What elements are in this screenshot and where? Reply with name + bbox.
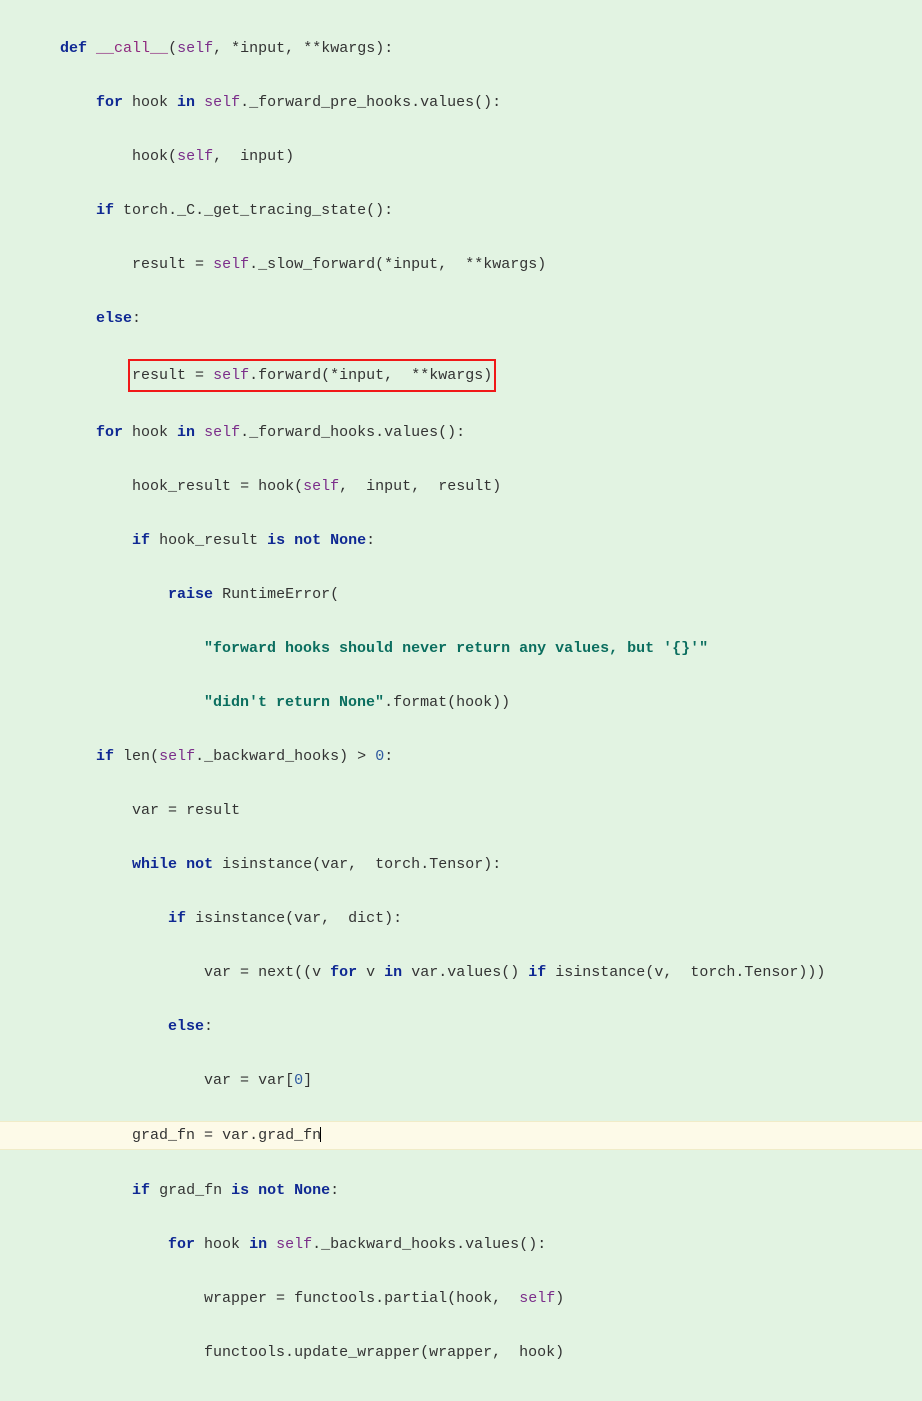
code-line: raise RuntimeError(: [0, 581, 922, 608]
code-line: hook(self, input): [0, 143, 922, 170]
highlight-box: result = self.forward(*input, **kwargs): [128, 359, 496, 392]
code-line-highlighted-box: result = self.forward(*input, **kwargs): [0, 359, 922, 392]
code-line: var = result: [0, 797, 922, 824]
code-line: if hook_result is not None:: [0, 527, 922, 554]
code-line: "didn't return None".format(hook)): [0, 689, 922, 716]
code-line-cursor[interactable]: grad_fn = var.grad_fn: [0, 1121, 922, 1150]
code-editor: def __call__(self, *input, **kwargs): fo…: [0, 0, 922, 1401]
code-line: var = next((v for v in var.values() if i…: [0, 959, 922, 986]
code-line: var = var[0]: [0, 1067, 922, 1094]
code-line: wrapper = functools.partial(hook, self): [0, 1285, 922, 1312]
code-line: if len(self._backward_hooks) > 0:: [0, 743, 922, 770]
code-line: for hook in self._forward_pre_hooks.valu…: [0, 89, 922, 116]
code-line: for hook in self._backward_hooks.values(…: [0, 1231, 922, 1258]
code-line: else:: [0, 305, 922, 332]
code-line: if grad_fn is not None:: [0, 1177, 922, 1204]
code-line: if isinstance(var, dict):: [0, 905, 922, 932]
code-line: result = self._slow_forward(*input, **kw…: [0, 251, 922, 278]
code-line: "forward hooks should never return any v…: [0, 635, 922, 662]
code-line: functools.update_wrapper(wrapper, hook): [0, 1339, 922, 1366]
code-line: else:: [0, 1013, 922, 1040]
code-line: while not isinstance(var, torch.Tensor):: [0, 851, 922, 878]
text-cursor: [320, 1127, 321, 1142]
code-line: hook_result = hook(self, input, result): [0, 473, 922, 500]
code-line: def __call__(self, *input, **kwargs):: [0, 35, 922, 62]
code-line: if torch._C._get_tracing_state():: [0, 197, 922, 224]
code-line: for hook in self._forward_hooks.values()…: [0, 419, 922, 446]
